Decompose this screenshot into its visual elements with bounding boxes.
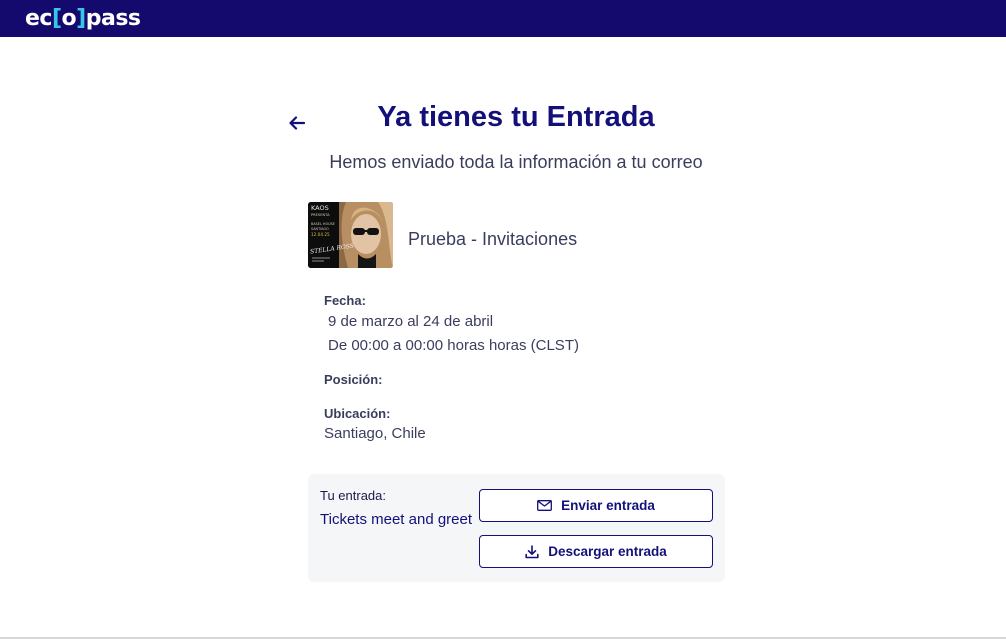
fecha-label: Fecha: xyxy=(324,293,366,308)
poster-line2-text: SANTIAGO xyxy=(311,227,329,231)
ubicacion-value: Santiago, Chile xyxy=(324,425,426,442)
poster-brand-text: KAOS xyxy=(311,204,329,212)
logo-bracket-open: [ xyxy=(51,5,62,31)
event-poster-image: KAOS PRESENTA BASEL HOUSE SANTIAGO 12.04… xyxy=(308,202,393,268)
event-name: Prueba - Invitaciones xyxy=(408,229,578,249)
ticket-panel: Tu entrada: Tickets meet and greet Envia… xyxy=(308,474,725,582)
logo-text-right: pass xyxy=(85,5,141,31)
ecopass-logo[interactable]: ec[o] pass xyxy=(25,5,141,31)
download-ticket-label: Descargar entrada xyxy=(548,544,667,559)
logo-text-left: ec xyxy=(25,5,52,31)
poster-line1-text: BASEL HOUSE xyxy=(311,222,335,226)
logo-text-inner: o xyxy=(61,5,77,31)
download-icon xyxy=(525,544,539,558)
arrow-left-icon xyxy=(289,116,305,130)
poster-date-text: 12.04.25 xyxy=(311,232,330,237)
back-button[interactable] xyxy=(286,112,308,134)
mail-icon xyxy=(537,500,553,511)
page-title: Ya tienes tu Entrada xyxy=(377,101,655,133)
top-bar: ec[o] pass xyxy=(0,0,1006,37)
ticket-type: Tickets meet and greet xyxy=(320,511,473,528)
download-ticket-button[interactable]: Descargar entrada xyxy=(479,535,713,568)
send-ticket-button[interactable]: Enviar entrada xyxy=(479,489,713,522)
poster-presenta-text: PRESENTA xyxy=(311,213,330,217)
fecha-dates: 9 de marzo al 24 de abril xyxy=(328,313,494,330)
logo-bracket-close: ] xyxy=(76,5,86,31)
ticket-label: Tu entrada: xyxy=(320,488,387,503)
ubicacion-label: Ubicación: xyxy=(324,406,391,421)
send-ticket-label: Enviar entrada xyxy=(561,498,655,513)
posicion-label: Posición: xyxy=(324,372,383,387)
page-subtitle: Hemos enviado toda la información a tu c… xyxy=(329,152,703,172)
fecha-hours: De 00:00 a 00:00 horas horas (CLST) xyxy=(328,337,579,354)
